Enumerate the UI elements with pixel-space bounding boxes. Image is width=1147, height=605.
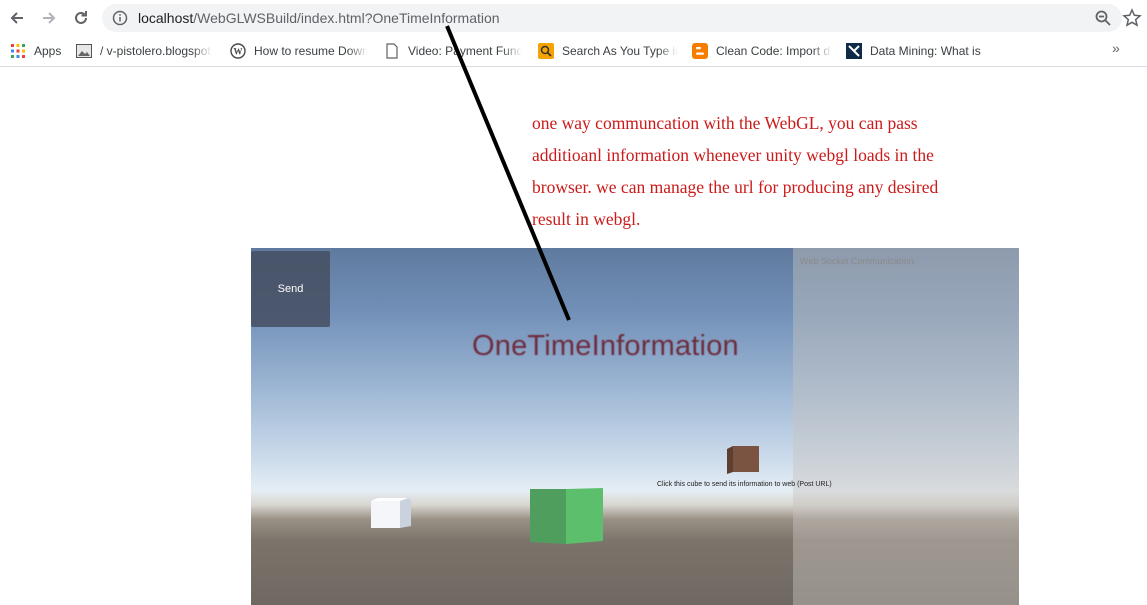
web-socket-title: Web Socket Communication: (800, 256, 916, 266)
web-socket-panel: Web Socket Communication: (793, 248, 1019, 605)
address-bar[interactable]: localhost/WebGLWSBuild/index.html?OneTim… (102, 4, 1122, 32)
url-path: /WebGLWSBuild/index.html?OneTimeInformat… (193, 10, 500, 26)
bookmark-apps[interactable]: Apps (10, 42, 66, 60)
wordpress-icon: W (230, 43, 246, 59)
zoom-icon[interactable] (1094, 9, 1112, 27)
bookmark-label: Data Mining: What is (870, 44, 981, 58)
back-arrow-icon (10, 12, 23, 24)
send-button[interactable]: Send (251, 251, 330, 327)
bookmark-item[interactable]: Search As You Type in (538, 42, 678, 60)
search-favicon-icon (538, 43, 554, 59)
url-parameter-label: OneTimeInformation (472, 330, 739, 362)
forward-button[interactable] (37, 6, 61, 30)
bookmark-item[interactable]: Data Mining: What is (846, 42, 982, 60)
info-icon[interactable] (112, 10, 128, 26)
bookmark-item[interactable]: Video: Payment Fund (384, 42, 522, 60)
annotation-line: browser. we can manage the url for produ… (532, 177, 939, 197)
annotation-line: additioanl information whenever unity we… (532, 145, 934, 165)
bookmarks-bar: Apps / v-pistolero.blogspot W How to res… (0, 36, 1147, 67)
unity-webgl-canvas[interactable]: Send OneTimeInformation Web Socket Commu… (251, 248, 1019, 605)
url-text[interactable]: localhost/WebGLWSBuild/index.html?OneTim… (138, 10, 500, 26)
annotation-text: one way communcation with the WebGL, you… (532, 107, 992, 235)
bookmark-item[interactable]: / v-pistolero.blogspot (76, 42, 212, 60)
blogger-icon (692, 43, 708, 59)
more-bookmarks-button[interactable]: » (1112, 40, 1120, 56)
url-host: localhost (138, 10, 194, 26)
bookmark-star-icon[interactable] (1122, 8, 1142, 28)
bookmark-item[interactable]: W How to resume Down (230, 42, 368, 60)
bookmark-label: Apps (34, 44, 62, 58)
white-cube[interactable] (370, 498, 414, 530)
apps-grid-icon (10, 43, 26, 59)
annotation-line: one way communcation with the WebGL, you… (532, 113, 918, 133)
document-icon (384, 43, 400, 59)
forward-arrow-icon (43, 12, 56, 24)
data-mining-icon (846, 43, 862, 59)
annotation-line: result in webgl. (532, 209, 641, 229)
reload-icon (75, 11, 87, 24)
browser-toolbar: localhost/WebGLWSBuild/index.html?OneTim… (0, 0, 1147, 36)
bookmark-item[interactable]: Clean Code: Import d (692, 42, 832, 60)
back-button[interactable] (5, 6, 29, 30)
green-cube[interactable] (529, 486, 605, 546)
svg-text:W: W (234, 47, 243, 57)
brown-cube[interactable] (725, 445, 761, 475)
reload-button[interactable] (69, 6, 93, 30)
cube-hint-text: Click this cube to send its information … (657, 481, 832, 488)
image-favicon-icon (76, 43, 92, 59)
